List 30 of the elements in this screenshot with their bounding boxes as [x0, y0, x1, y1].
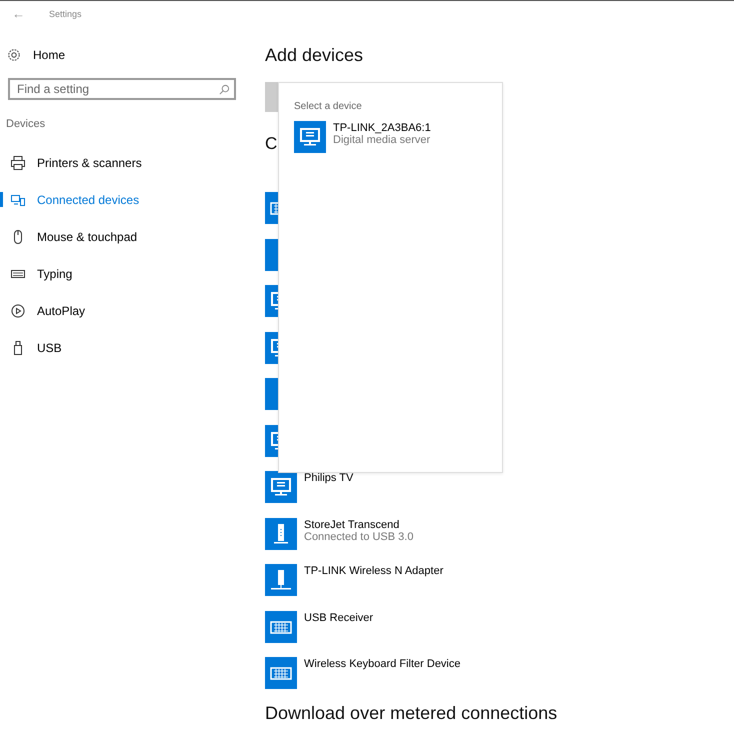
sidebar-item[interactable]: Typing — [0, 255, 250, 292]
device-option[interactable]: TP-LINK_2A3BA6:1 Digital media server — [294, 121, 502, 153]
device-name: USB Receiver — [304, 612, 374, 624]
device-icon — [294, 121, 326, 153]
home-link[interactable]: Home — [0, 44, 250, 66]
printer-icon — [10, 154, 26, 170]
device-name: StoreJet Transcend — [304, 518, 400, 530]
device-name: TP-LINK Wireless N Adapter — [304, 565, 444, 577]
section-heading: C — [265, 134, 278, 155]
window-title: Settings — [49, 8, 82, 18]
sidebar-item[interactable]: USB — [0, 329, 250, 366]
sidebar-item[interactable]: Printers & scanners — [0, 144, 250, 181]
device-icon — [265, 657, 297, 689]
sidebar-item[interactable]: AutoPlay — [0, 292, 250, 329]
page-heading: Add devices — [265, 45, 364, 67]
sidebar-item[interactable]: Mouse & touchpad — [0, 218, 250, 255]
play-circle-icon — [10, 302, 26, 318]
search-icon — [219, 84, 230, 95]
panel-title: Select a device — [294, 101, 363, 114]
settings-icon — [7, 48, 21, 62]
device-name: Wireless Keyboard Filter Device — [304, 658, 460, 670]
device-icon — [265, 610, 297, 642]
sidebar-item[interactable]: Connected devices — [0, 181, 250, 218]
search-field[interactable]: Find a setting — [8, 78, 236, 100]
device-icon — [265, 564, 297, 596]
device-name: Philips TV — [304, 472, 354, 484]
device-status: Connected to USB 3.0 — [304, 530, 414, 542]
device-icon — [265, 518, 297, 550]
section-heading: Download over metered connections — [265, 703, 558, 724]
section-label: Devices — [5, 118, 46, 132]
